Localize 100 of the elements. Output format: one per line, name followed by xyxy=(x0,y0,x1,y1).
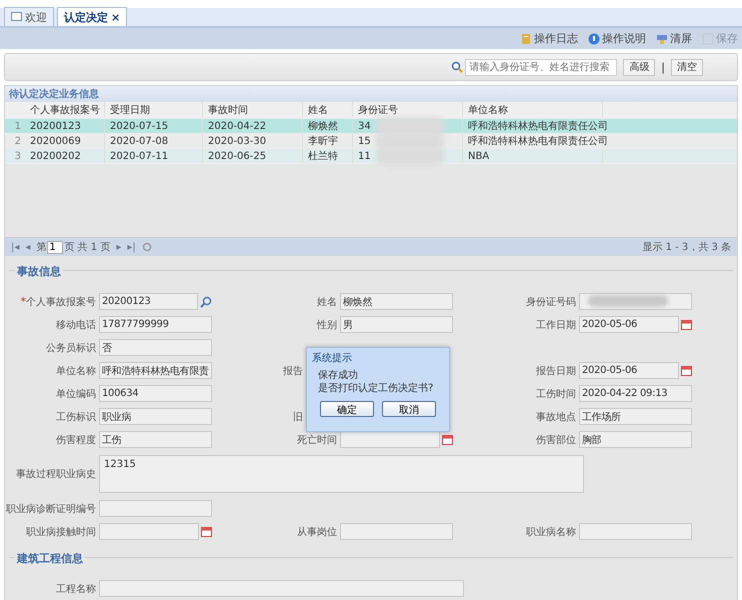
input-field[interactable]: 2020-04-22 09:13 xyxy=(579,385,692,402)
help-icon xyxy=(588,32,600,44)
table-row[interactable]: 3 20200202 2020-07-11 2020-06-25 杜兰特 11 NBA xyxy=(5,149,737,164)
input-field[interactable]: 2020-05-06 xyxy=(579,316,679,333)
search-icon xyxy=(451,61,464,73)
field-label: 单位名称 xyxy=(56,364,96,378)
table-cell-text: 呼和浩特科林热电有限责任公司 xyxy=(468,134,608,148)
input-field[interactable] xyxy=(99,523,199,540)
text-area[interactable]: 12315 xyxy=(99,455,584,493)
toolbar-button[interactable]: 清屏 xyxy=(656,31,692,46)
input-field[interactable] xyxy=(340,431,440,448)
calendar-icon[interactable] xyxy=(681,365,692,376)
page-label: 页 共 1 页 xyxy=(64,240,110,254)
table-cell: 2020-07-08 xyxy=(110,136,168,146)
row-number: 3 xyxy=(14,150,22,162)
table-cell: 2020-03-30 xyxy=(208,136,266,146)
dialog-button[interactable]: 取消 xyxy=(382,401,436,417)
table-cell-text: 李昕宇 xyxy=(308,134,338,148)
input-field[interactable]: 男 xyxy=(340,316,453,333)
table-row[interactable]: 1 20200123 2020-07-15 2020-04-22 柳焕然 34 呼和浩特科林热电有限责任公司 xyxy=(5,119,737,134)
table-cell: 11 xyxy=(358,150,371,162)
field-label: 单位编码 xyxy=(56,388,96,400)
separator-text: | xyxy=(661,60,665,74)
input-field[interactable]: 100634 xyxy=(99,385,212,402)
table-cell: 2020-07-15 xyxy=(110,120,168,132)
grid-title: 待认定决定业务信息 xyxy=(5,86,737,102)
dialog-button[interactable]: 确定 xyxy=(320,401,374,417)
toolbar-button[interactable]: 操作说明 xyxy=(588,31,646,46)
required-mark: * xyxy=(20,294,26,308)
dialog-title: 系统提示 xyxy=(312,352,353,365)
field-label: 工作日期 xyxy=(536,318,576,332)
column-header[interactable]: 个人事故报案号 xyxy=(25,102,105,118)
table-cell: 20200069 xyxy=(30,136,81,146)
input-field[interactable]: 胸部 xyxy=(579,431,692,448)
calendar-icon[interactable] xyxy=(681,319,692,330)
search-icon[interactable] xyxy=(200,296,212,308)
clipboard-icon xyxy=(520,32,532,44)
column-header[interactable]: 单位名称 xyxy=(463,102,603,118)
brush-icon xyxy=(656,32,668,44)
toolbar-button[interactable]: 操作日志 xyxy=(520,31,578,46)
table-cell-text: 柳焕然 xyxy=(308,120,338,133)
window-icon xyxy=(11,12,22,22)
input-field[interactable] xyxy=(99,500,212,517)
column-header[interactable]: 事故时间 xyxy=(203,102,303,118)
input-field[interactable]: 2020-05-06 xyxy=(579,362,679,379)
page-summary: 显示 1 - 3，共 3 条 xyxy=(642,240,731,254)
close-icon[interactable]: × xyxy=(111,10,120,24)
table-cell: 34 xyxy=(358,120,371,132)
table-cell: 20200123 xyxy=(30,120,81,132)
field-label: 事故地点 xyxy=(536,410,576,424)
column-header[interactable]: 受理日期 xyxy=(105,102,203,118)
table-cell: 20200202 xyxy=(30,150,81,162)
table-cell: NBA xyxy=(468,150,490,162)
input-field[interactable] xyxy=(579,523,692,540)
field-label: 性别 xyxy=(317,318,337,332)
section-title: 建筑工程信息 xyxy=(15,551,85,566)
dialog-message: 保存成功 xyxy=(318,369,359,382)
field-label: 伤害部位 xyxy=(536,434,576,446)
field-label: 报告 xyxy=(283,364,303,378)
section-title: 事故信息 xyxy=(15,264,63,279)
clear-button[interactable]: 清空 xyxy=(671,58,703,76)
input-field[interactable]: 柳焕然 xyxy=(340,293,453,310)
input-field[interactable]: 工伤 xyxy=(99,431,212,448)
field-label: 姓名 xyxy=(317,296,337,308)
field-label: 从事岗位 xyxy=(297,526,337,538)
input-field[interactable]: 否 xyxy=(99,339,212,356)
field-label: 工程名称 xyxy=(56,582,96,596)
field-label: 职业病诊断证明编号 xyxy=(6,502,96,516)
column-header[interactable]: 姓名 xyxy=(303,102,353,118)
table-cell: 2020-06-25 xyxy=(208,150,266,162)
input-field[interactable]: 工作场所 xyxy=(579,408,692,425)
page-label: 第 xyxy=(36,241,46,254)
input-field[interactable]: 呼和浩特科林热电有限责 xyxy=(99,362,212,379)
input-field[interactable]: 17877799999 xyxy=(99,316,212,333)
page-field[interactable]: 1 xyxy=(47,240,64,254)
input-field[interactable]: 职业病 xyxy=(99,408,212,425)
field-label: 事故过程职业病史 xyxy=(16,468,96,481)
field-label: 报告日期 xyxy=(536,364,576,378)
field-label: 职业病名称 xyxy=(526,526,576,538)
input-field[interactable] xyxy=(99,580,464,597)
dialog-message: 是否打印认定工伤决定书? xyxy=(318,382,434,395)
advanced-button[interactable]: 高级 xyxy=(623,58,656,76)
refresh-icon[interactable] xyxy=(142,242,152,252)
field-label: 移动电话 xyxy=(56,318,96,332)
input-field[interactable] xyxy=(340,523,453,540)
tab[interactable]: 欢迎 xyxy=(4,7,54,26)
table-cell-text: 呼和浩特科林热电有限责任公司 xyxy=(468,120,608,133)
calendar-icon[interactable] xyxy=(442,434,453,445)
search-field[interactable]: 请输入身份证号、姓名进行搜索 xyxy=(465,58,618,76)
field-label: 死亡时间 xyxy=(297,434,337,446)
input-field[interactable]: 20200123 xyxy=(99,293,198,310)
table-cell-text: 杜兰特 xyxy=(308,150,338,163)
calendar-icon[interactable] xyxy=(201,526,212,537)
input-field[interactable] xyxy=(579,293,692,310)
table-row[interactable]: 2 20200069 2020-07-08 2020-03-30 李昕宇 15 呼和浩特科林热电有限责任公司 xyxy=(5,134,737,149)
field-label: 工伤标识 xyxy=(56,410,96,424)
row-number: 1 xyxy=(14,120,22,132)
table-cell: 2020-07-11 xyxy=(110,150,168,162)
field-label: 公务员标识 xyxy=(46,342,96,354)
tab[interactable]: 认定决定 × xyxy=(57,7,128,26)
